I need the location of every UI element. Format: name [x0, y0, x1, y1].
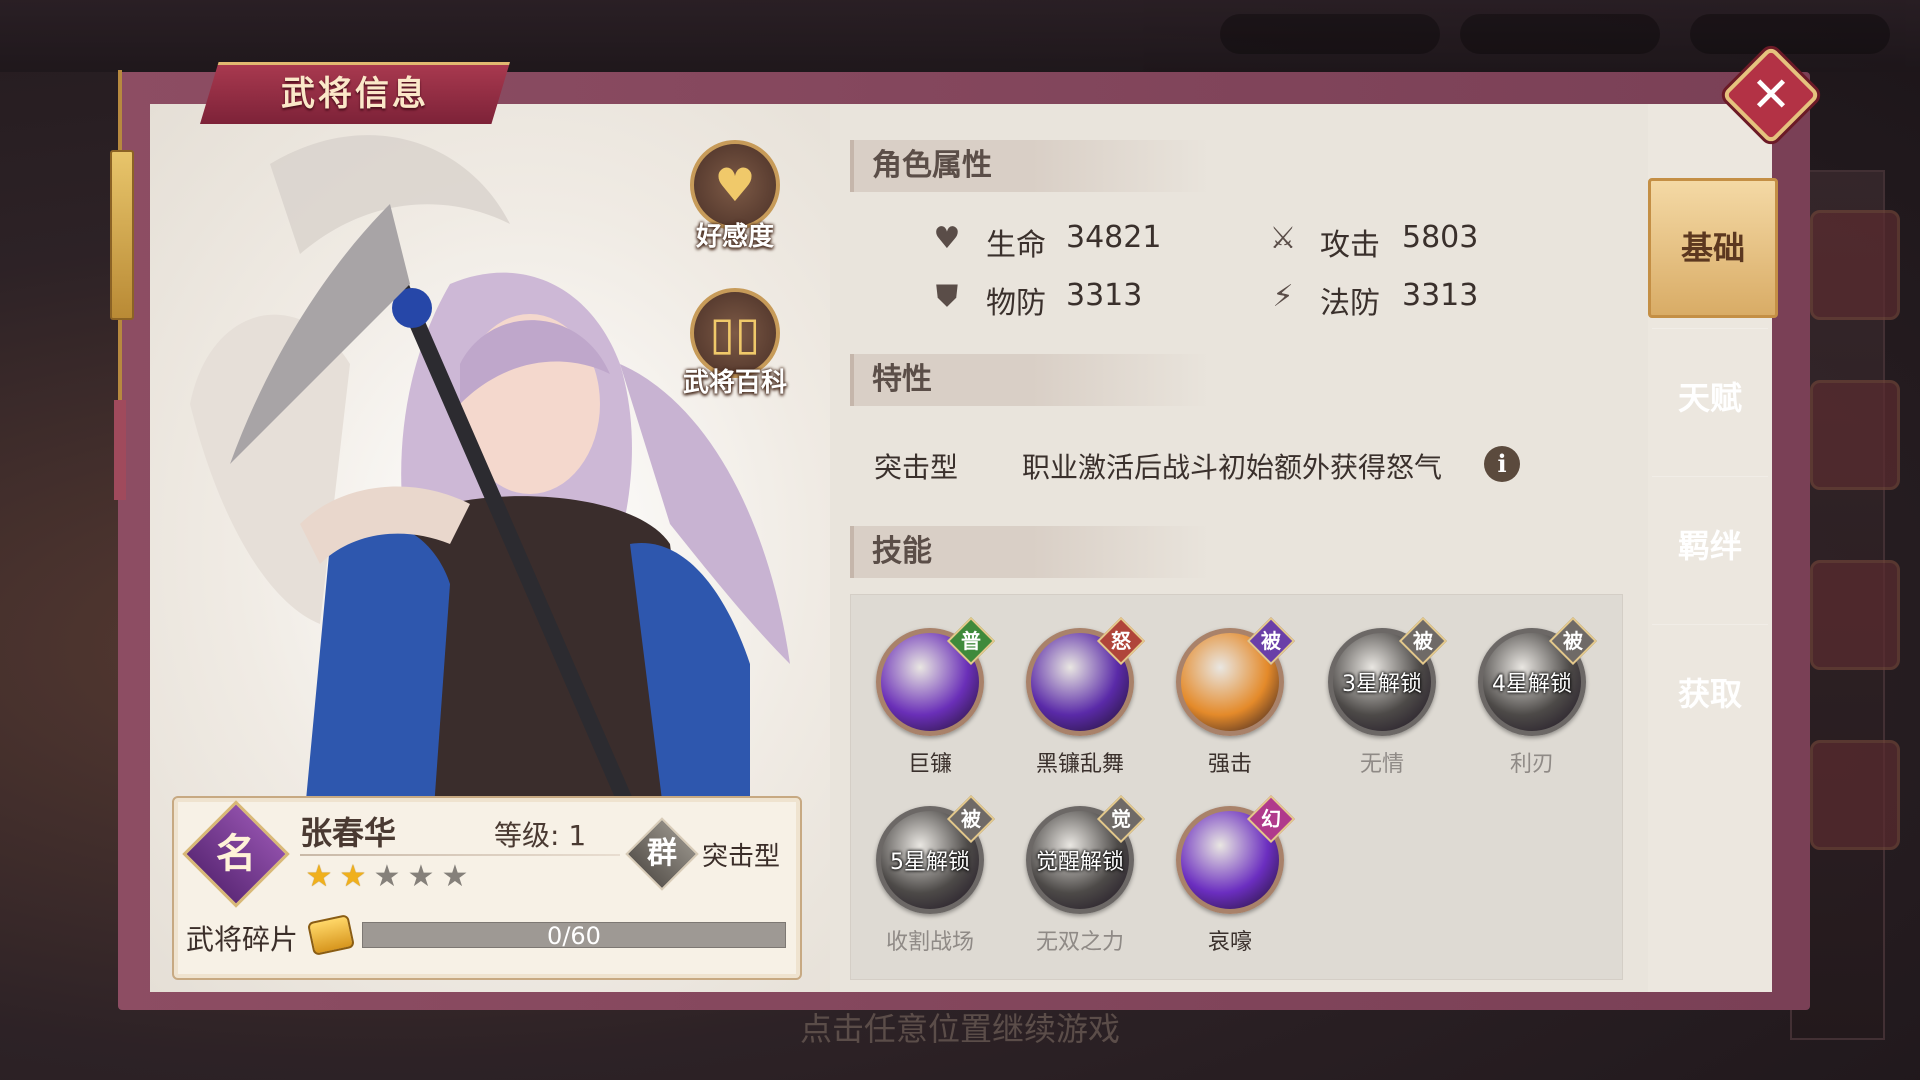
name-divider: [300, 854, 620, 856]
skill-item[interactable]: 幻哀嚎: [1170, 794, 1296, 966]
hero-level: 等级: 1: [494, 819, 587, 852]
chain-decoration: [110, 70, 134, 500]
skill-type-tag-text: 被: [1563, 629, 1583, 653]
skill-name: 黑镰乱舞: [1035, 752, 1124, 777]
skill-item[interactable]: 被强击: [1170, 616, 1296, 788]
skill-item[interactable]: 怒黑镰乱舞: [1020, 616, 1146, 788]
resource-pill: [1460, 14, 1660, 54]
tab-separator: [1652, 476, 1768, 477]
skill-name: 巨镰: [907, 752, 952, 777]
stat-value-hp: 34821: [1066, 220, 1162, 255]
name-badge-text: 名: [216, 830, 256, 877]
stat-label-attack: 攻击: [1320, 228, 1380, 263]
trait-description: 职业激活后战斗初始额外获得怒气: [1022, 451, 1443, 484]
resource-pill: [1220, 14, 1440, 54]
star-icon: ★: [407, 859, 435, 894]
background-lantern: [1810, 560, 1900, 670]
tab-1[interactable]: 天赋: [1648, 328, 1772, 468]
skill-type-tag-text: 幻: [1261, 807, 1281, 831]
tab-2[interactable]: 羁绊: [1648, 476, 1772, 616]
stat-value-mdef: 3313: [1402, 278, 1479, 313]
skill-type-tag-text: 被: [961, 807, 981, 831]
chain-tag: [110, 150, 134, 320]
hero-name: 张春华: [300, 814, 397, 852]
shard-progress-text: 0/60: [547, 922, 601, 950]
stat-value-pdef: 3313: [1066, 278, 1143, 313]
resource-pill: [1690, 14, 1890, 54]
heart-icon: ♥: [933, 221, 961, 256]
close-icon: ✕: [1750, 67, 1792, 123]
skill-item[interactable]: 普巨镰: [870, 616, 996, 788]
background-lantern: [1810, 210, 1900, 320]
tab-3[interactable]: 获取: [1648, 624, 1772, 764]
heart-icon: ♥: [714, 158, 756, 212]
trait-name: 突击型: [874, 451, 959, 484]
attributes-header: 角色属性: [850, 140, 1210, 192]
shard-progress-bar: 0/60: [362, 922, 786, 950]
skill-name: 强击: [1207, 752, 1252, 777]
skill-item[interactable]: 5星解锁 被收割战场: [870, 794, 996, 966]
skill-item[interactable]: 觉醒解锁 觉无双之力: [1020, 794, 1146, 966]
star-icon: ★: [373, 859, 401, 894]
chain-tassel: [114, 400, 126, 500]
shard-label: 武将碎片: [186, 923, 299, 956]
tab-separator: [1652, 328, 1768, 329]
skill-type-tag-text: 被: [1261, 629, 1281, 653]
skill-name: 哀嚎: [1207, 930, 1252, 955]
background-lantern: [1810, 740, 1900, 850]
stat-label-hp: 生命: [986, 228, 1046, 263]
skill-type-tag-text: 觉: [1111, 807, 1131, 831]
stat-label-mdef: 法防: [1320, 286, 1380, 321]
skill-lock-text: 4星解锁: [1492, 672, 1572, 697]
top-resource-bar: [0, 0, 1920, 72]
stat-label-pdef: 物防: [986, 286, 1046, 321]
skill-type-tag-text: 被: [1413, 629, 1433, 653]
tab-0[interactable]: 基础: [1648, 178, 1778, 318]
continue-hint: 点击任意位置继续游戏: [799, 1010, 1120, 1048]
attributes-header-text: 角色属性: [872, 148, 992, 183]
background-lantern: [1810, 380, 1900, 490]
traits-header: 特性: [850, 354, 1210, 406]
info-icon[interactable]: i: [1484, 446, 1520, 482]
hero-class: 突击型: [702, 842, 781, 872]
skills-header: 技能: [850, 526, 1210, 578]
skill-name: 无双之力: [1035, 930, 1124, 955]
shield-icon: ⛊: [935, 279, 959, 314]
skill-lock-text: 觉醒解锁: [1035, 850, 1124, 875]
magic-shield-icon: ⚡: [1272, 279, 1294, 314]
skill-name: 利刃: [1509, 752, 1554, 777]
favorability-label: 好感度: [695, 222, 774, 252]
skill-name: 收割战场: [885, 930, 974, 955]
skill-name: 无情: [1359, 752, 1404, 777]
skill-item[interactable]: 3星解锁 被无情: [1322, 616, 1448, 788]
encyclopedia-label: 武将百科: [682, 368, 787, 398]
skill-item[interactable]: 4星解锁 被利刃: [1472, 616, 1598, 788]
star-icon: ★: [441, 859, 469, 894]
star-icon: ★: [339, 859, 367, 894]
stat-value-attack: 5803: [1402, 220, 1479, 255]
skill-lock-text: 3星解锁: [1342, 672, 1422, 697]
faction-badge-text: 群: [647, 836, 677, 871]
star-icon: ★: [305, 859, 333, 894]
traits-header-text: 特性: [872, 362, 932, 397]
sword-icon: ⚔: [1269, 221, 1297, 256]
skill-type-tag-text: 普: [961, 629, 981, 653]
skill-type-tag-text: 怒: [1111, 629, 1131, 653]
panel-title: 武将信息: [281, 74, 429, 114]
skills-header-text: 技能: [872, 534, 932, 569]
tab-separator: [1652, 624, 1768, 625]
skill-lock-text: 5星解锁: [890, 850, 970, 875]
